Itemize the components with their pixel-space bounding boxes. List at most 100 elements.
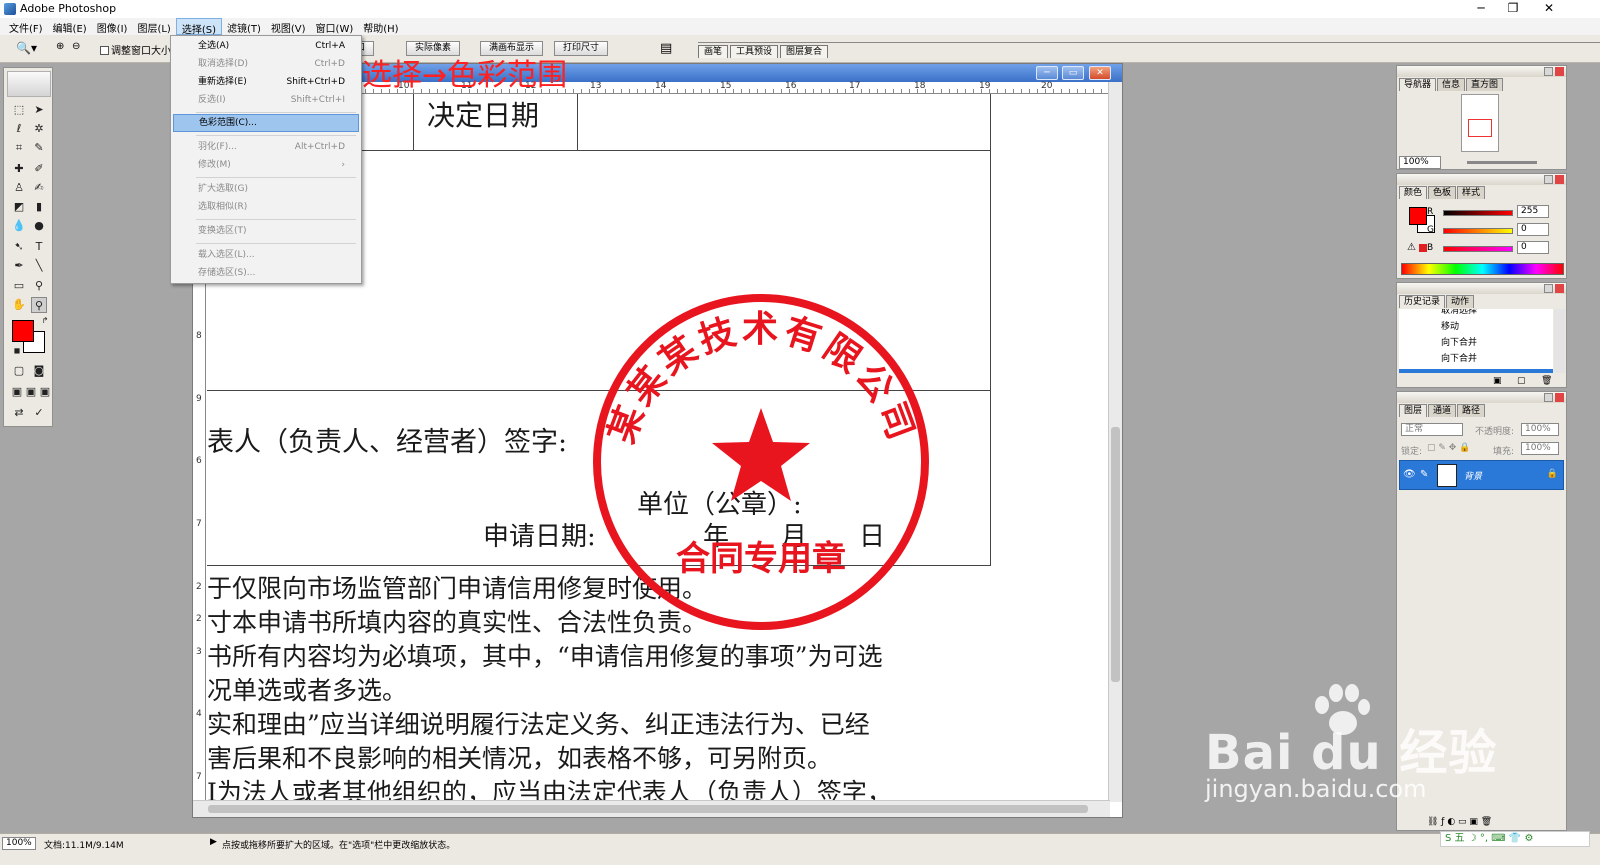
panel-minimize-button[interactable] [1544, 393, 1553, 402]
menu-item-load-selection[interactable]: 载入选区(L)... [173, 246, 359, 264]
navigator-thumbnail[interactable] [1461, 94, 1499, 152]
menu-image[interactable]: 图像(I) [92, 18, 133, 35]
notes-tool-icon[interactable]: ▭ [11, 278, 27, 294]
move-tool-icon[interactable]: ➤ [31, 102, 47, 118]
panel-minimize-button[interactable] [1544, 175, 1553, 184]
dodge-tool-icon[interactable]: ● [31, 218, 47, 234]
tab-swatches[interactable]: 色板 [1428, 186, 1457, 199]
history-active-item[interactable] [1399, 369, 1553, 373]
menu-help[interactable]: 帮助(H) [358, 18, 403, 35]
vertical-scroll-thumb[interactable] [1111, 427, 1120, 682]
minimize-button[interactable]: ─ [1466, 0, 1496, 18]
color-spectrum-bar[interactable] [1401, 263, 1564, 275]
doc-minimize-button[interactable]: ─ [1036, 66, 1058, 80]
brush-link-icon[interactable]: ✎ [1420, 469, 1428, 480]
history-item[interactable]: 移动 [1423, 319, 1553, 335]
eye-visibility-icon[interactable]: 👁 [1403, 469, 1416, 480]
menu-filter[interactable]: 滤镜(T) [222, 18, 266, 35]
panel-close-button[interactable] [1555, 175, 1564, 184]
resize-window-checkbox[interactable]: 调整窗口大小 [100, 42, 171, 57]
eraser-tool-icon[interactable]: ◩ [11, 199, 27, 215]
menu-item-similar[interactable]: 选取相似(R) [173, 198, 359, 216]
menu-item-color-range[interactable]: 色彩范围(C)... [173, 114, 359, 132]
gradient-tool-icon[interactable]: ▮ [31, 199, 47, 215]
panel-close-button[interactable] [1555, 67, 1564, 76]
tab-paths[interactable]: 路径 [1457, 404, 1486, 417]
magic-wand-tool-icon[interactable]: ✲ [31, 121, 47, 137]
horizontal-scroll-thumb[interactable] [208, 805, 1088, 813]
channel-r-slider[interactable] [1443, 210, 1513, 216]
menu-view[interactable]: 视图(V) [266, 18, 311, 35]
gamut-warning-icon[interactable]: ⚠ [1407, 242, 1416, 253]
tab-history[interactable]: 历史记录 [1399, 295, 1446, 308]
status-menu-arrow-icon[interactable]: ▶ [210, 837, 217, 847]
delete-state-icon[interactable]: 🗑 [1541, 376, 1552, 386]
opacity-field[interactable]: 100% [1521, 423, 1559, 436]
swap-colors-icon[interactable]: ↱ [37, 313, 53, 329]
brush-tool-icon[interactable]: ✐ [31, 161, 47, 177]
well-tab-layer-comps[interactable]: 图层复合 [780, 45, 829, 58]
channel-g-value[interactable]: 0 [1517, 223, 1549, 236]
horizontal-scrollbar[interactable] [193, 800, 1110, 817]
marquee-tool-icon[interactable]: ⬚ [11, 102, 27, 118]
doc-close-button[interactable]: ✕ [1089, 66, 1111, 80]
channel-r-value[interactable]: 255 [1517, 205, 1549, 218]
navigator-view-box[interactable] [1468, 119, 1492, 137]
blend-mode-select[interactable]: 正常 [1401, 423, 1463, 436]
menu-item-deselect[interactable]: 取消选择(D) Ctrl+D [173, 55, 359, 73]
slice-tool-icon[interactable]: ✎ [31, 140, 47, 156]
menu-item-inverse[interactable]: 反选(I) Shift+Ctrl+I [173, 91, 359, 109]
eyedropper-tool-icon[interactable]: ⚲ [31, 278, 47, 294]
jump-to-imageready-icon[interactable]: ⇄ [11, 405, 27, 421]
panel-close-button[interactable] [1555, 393, 1564, 402]
panel-close-button[interactable] [1555, 284, 1564, 293]
history-scrollbar[interactable] [1554, 309, 1565, 373]
menu-layer[interactable]: 图层(L) [132, 18, 175, 35]
type-tool-icon[interactable]: T [31, 239, 47, 255]
tab-layers[interactable]: 图层 [1399, 404, 1428, 417]
menu-select[interactable]: 选择(S) [175, 18, 222, 36]
jump-to-imageready-2-icon[interactable]: ✓ [31, 405, 47, 421]
screen-mode-3-icon[interactable]: ▣ [37, 384, 53, 400]
navigator-zoom-slider[interactable] [1467, 161, 1537, 164]
menu-window[interactable]: 窗口(W) [311, 18, 359, 35]
tab-styles[interactable]: 样式 [1457, 186, 1486, 199]
new-document-from-state-icon[interactable]: ▣ [1493, 376, 1502, 386]
history-item[interactable]: 向下合并 [1423, 335, 1553, 351]
pen-tool-icon[interactable]: ✒ [11, 258, 27, 274]
menu-item-save-selection[interactable]: 存储选区(S)... [173, 264, 359, 282]
layer-name[interactable]: 背景 [1464, 469, 1482, 482]
hand-tool-icon[interactable]: ✋ [11, 297, 27, 313]
history-item[interactable]: 向下合并 [1423, 351, 1553, 367]
menu-item-grow[interactable]: 扩大选取(G) [173, 180, 359, 198]
default-colors-icon[interactable]: ◼ [9, 343, 25, 359]
menu-item-modify[interactable]: 修改(M) › [173, 156, 359, 174]
tab-navigator[interactable]: 导航器 [1399, 78, 1437, 91]
zoom-tool-active-icon[interactable]: ⚲ [31, 297, 47, 313]
history-brush-icon[interactable]: ✍ [31, 180, 47, 196]
blur-tool-icon[interactable]: 💧 [11, 218, 27, 234]
status-zoom-field[interactable]: 100% [2, 837, 36, 850]
channel-b-value[interactable]: 0 [1517, 241, 1549, 254]
panel-minimize-button[interactable] [1544, 67, 1553, 76]
menu-item-transform-selection[interactable]: 变换选区(T) [173, 222, 359, 240]
menu-file[interactable]: 文件(F) [4, 18, 48, 35]
panel-minimize-button[interactable] [1544, 284, 1553, 293]
maximize-button[interactable]: ❐ [1498, 0, 1528, 18]
line-tool-icon[interactable]: ╲ [31, 258, 47, 274]
color-fg-swatch[interactable] [1409, 207, 1427, 225]
tab-histogram[interactable]: 直方图 [1466, 78, 1504, 91]
zoom-out-icon[interactable]: ⊖ [72, 41, 80, 52]
menu-item-reselect[interactable]: 重新选择(E) Shift+Ctrl+D [173, 73, 359, 91]
palette-well-icon[interactable]: ▤ [660, 41, 672, 56]
ime-toolbar[interactable]: S 五 ☽ °, ⌨ 👕 ⚙ [1440, 831, 1590, 847]
foreground-color-swatch[interactable] [12, 320, 34, 342]
vertical-scrollbar[interactable] [1108, 82, 1122, 802]
standard-mode-icon[interactable]: ▢ [11, 363, 27, 379]
tab-color[interactable]: 颜色 [1399, 186, 1428, 199]
menu-edit[interactable]: 编辑(E) [48, 18, 92, 35]
gamut-swatch[interactable] [1419, 244, 1427, 252]
navigator-zoom-field[interactable]: 100% [1399, 156, 1441, 169]
well-tab-brushes[interactable]: 画笔 [698, 45, 729, 58]
healing-brush-icon[interactable]: ✚ [11, 161, 27, 177]
